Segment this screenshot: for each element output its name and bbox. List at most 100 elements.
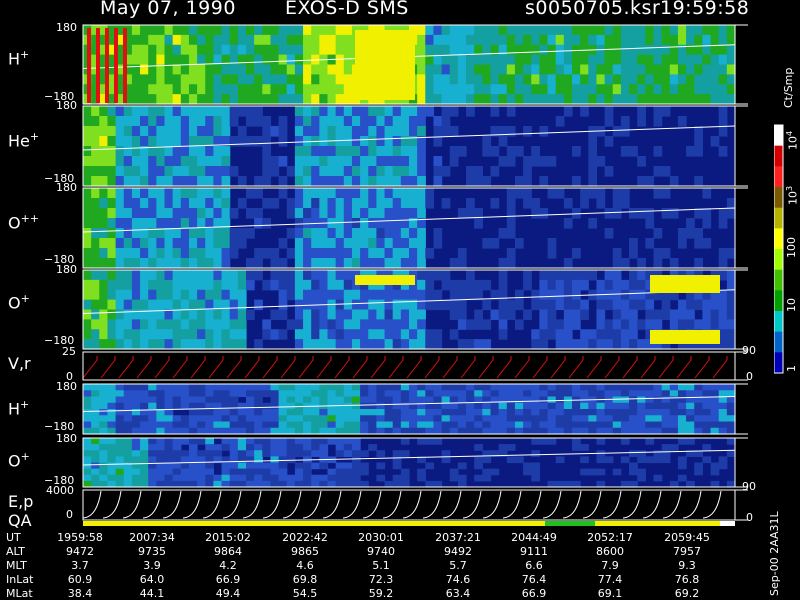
- spectrogram-cell: [205, 462, 214, 470]
- spectrogram-cell: [140, 106, 149, 117]
- spectrogram-cell: [294, 384, 304, 391]
- spectrogram-cell: [368, 319, 377, 330]
- spectrogram-cell: [188, 25, 198, 36]
- spectrogram-cell: [237, 384, 247, 391]
- spectrogram-cell: [539, 402, 549, 410]
- spectrogram-cell: [335, 146, 345, 157]
- spectrogram-cell: [188, 74, 198, 85]
- spectrogram-cell: [278, 136, 288, 147]
- spectrogram-cell: [425, 248, 435, 259]
- spectrogram-cell: [449, 299, 459, 311]
- spectrogram-cell: [335, 396, 345, 404]
- spectrogram-cell: [718, 218, 728, 229]
- spectrogram-cell: [286, 396, 296, 404]
- spectrogram-cell: [131, 329, 141, 340]
- spectrogram-cell: [286, 438, 296, 445]
- spectrogram-cell: [172, 390, 182, 398]
- spectrogram-cell: [360, 421, 369, 429]
- spectrogram-cell: [278, 415, 288, 423]
- spectrogram-cell: [221, 258, 231, 269]
- spectrogram-cell: [237, 438, 247, 445]
- spectrogram-cell: [669, 84, 679, 95]
- spectrogram-cell: [180, 116, 190, 127]
- spectrogram-cell: [392, 309, 402, 320]
- spectrogram-cell: [376, 116, 386, 127]
- spectrogram-cell: [514, 421, 524, 429]
- spectrogram-cell: [286, 415, 296, 423]
- spectrogram-cell: [123, 468, 133, 476]
- right-tick-vr-min: 0: [746, 370, 753, 383]
- spectrogram-cell: [180, 450, 190, 457]
- spectrogram-cell: [555, 329, 565, 340]
- spectrogram-cell: [140, 34, 149, 46]
- spectrogram-cell: [327, 329, 337, 340]
- spectrogram-cell: [205, 468, 214, 476]
- spectrogram-cell: [131, 116, 141, 127]
- spectrogram-cell: [156, 329, 166, 340]
- spectrogram-cell: [351, 156, 361, 167]
- spectrogram-cell: [523, 279, 532, 291]
- spectrogram-cell: [351, 421, 361, 429]
- right-gutter: [736, 25, 774, 525]
- spectrogram-cell: [498, 34, 508, 46]
- spectrogram-cell: [343, 156, 353, 167]
- spectrogram-cell: [384, 218, 394, 229]
- spectrogram-cell: [180, 146, 190, 157]
- spectrogram-cell: [368, 126, 377, 137]
- spectrogram-cell: [197, 390, 206, 398]
- spectrogram-cell: [457, 248, 467, 259]
- spectrogram-cell: [523, 390, 532, 398]
- spectrogram-cell: [96, 28, 100, 103]
- spectrogram-cell: [286, 198, 296, 209]
- spectrogram-cell: [164, 238, 174, 249]
- spectrogram-cell: [278, 156, 288, 167]
- spectrogram-cell: [572, 415, 581, 423]
- colorbar-tick-100: 100: [785, 237, 798, 258]
- spectrogram-cell: [351, 218, 361, 229]
- table-cell: 7.9: [601, 559, 619, 572]
- spectrogram-cell: [327, 409, 337, 416]
- spectrogram-cell: [197, 279, 206, 291]
- spectrogram-cell: [596, 64, 606, 75]
- spectrogram-cell: [702, 402, 712, 410]
- spectrogram-cell: [490, 198, 500, 209]
- spectrogram-cell: [262, 34, 272, 46]
- spectrogram-cell: [303, 444, 312, 451]
- spectrogram-cell: [360, 156, 369, 167]
- spectrogram-cell: [547, 390, 557, 398]
- spectrogram-cell: [620, 402, 630, 410]
- spectrogram-cell: [604, 415, 614, 423]
- spectrogram-cell: [572, 444, 581, 451]
- spectrogram-cell: [172, 228, 182, 239]
- spectrogram-cell: [539, 54, 549, 66]
- spectrogram-cell: [294, 136, 304, 147]
- spectrogram-cell: [669, 384, 679, 391]
- spectrogram-cell: [180, 34, 190, 46]
- spectrogram-cell: [303, 384, 312, 391]
- spectrogram-cell: [531, 34, 540, 46]
- spectrogram-cell: [702, 456, 712, 464]
- spectrogram-cell: [376, 238, 386, 249]
- spectrogram-cell: [148, 188, 157, 199]
- spectrogram-cell: [417, 116, 426, 127]
- spectrogram-cell: [164, 289, 174, 301]
- spectrogram-cell: [319, 270, 329, 281]
- spectrogram-cell: [123, 329, 133, 340]
- spectrogram-cell: [368, 390, 377, 398]
- spectrogram-cell: [514, 289, 524, 301]
- spectrogram-cell: [441, 34, 451, 46]
- spectrogram-cell: [457, 319, 467, 330]
- spectrogram-cell: [294, 299, 304, 311]
- spectrogram-cell: [262, 94, 272, 105]
- spectrogram-cell: [246, 64, 255, 75]
- spectrogram-cell: [148, 415, 157, 423]
- spectrogram-cell: [360, 409, 369, 416]
- spectrogram-cell: [327, 339, 337, 350]
- spectrogram-cell: [319, 444, 329, 451]
- spectrogram-cell: [83, 238, 92, 249]
- spectrogram-cell: [303, 319, 312, 330]
- spectrogram-cell: [205, 94, 214, 105]
- spectrogram-cell: [498, 402, 508, 410]
- spectrogram-cell: [620, 390, 630, 398]
- spectrogram-cell: [449, 409, 459, 416]
